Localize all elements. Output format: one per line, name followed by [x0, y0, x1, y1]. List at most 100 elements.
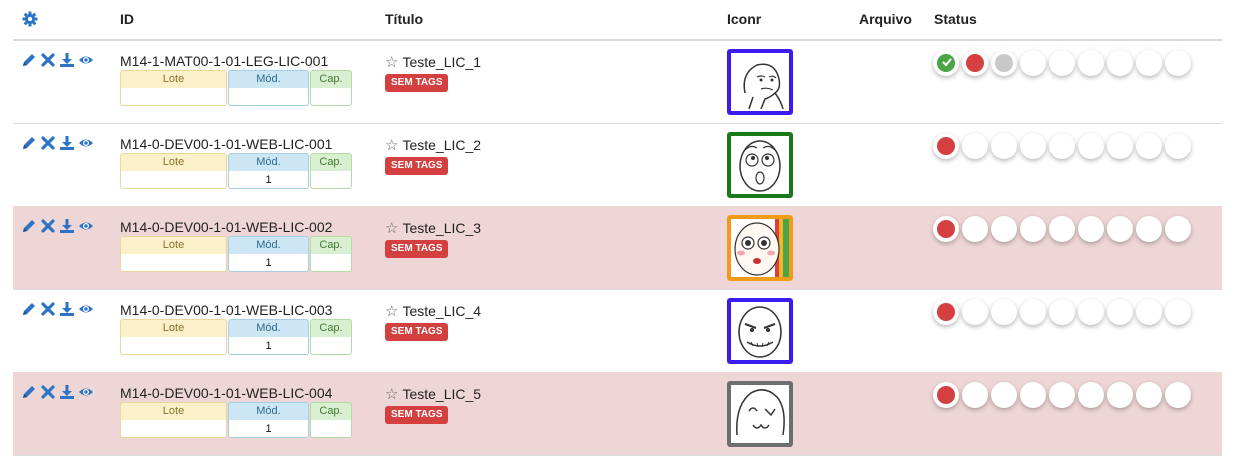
- status-dot-empty[interactable]: [1136, 299, 1162, 325]
- status-dot-empty[interactable]: [1049, 216, 1075, 242]
- status-dot-empty[interactable]: [1020, 299, 1046, 325]
- close-icon[interactable]: [40, 384, 56, 400]
- record-id[interactable]: M14-1-MAT00-1-01-LEG-LIC-001: [120, 53, 328, 69]
- pencil-icon[interactable]: [21, 52, 37, 68]
- status-dot-empty[interactable]: [1020, 50, 1046, 76]
- status-dot-done[interactable]: [933, 50, 959, 76]
- pencil-icon[interactable]: [21, 135, 37, 151]
- close-icon[interactable]: [40, 135, 56, 151]
- record-title-text[interactable]: Teste_LIC_3: [402, 220, 481, 236]
- status-dot-empty[interactable]: [1020, 382, 1046, 408]
- status-dot-empty[interactable]: [1049, 299, 1075, 325]
- status-dot-error[interactable]: [962, 50, 988, 76]
- status-dot-empty[interactable]: [991, 216, 1017, 242]
- close-icon[interactable]: [40, 301, 56, 317]
- tag-badge[interactable]: SEM TAGS: [385, 157, 449, 175]
- status-dot-empty[interactable]: [962, 299, 988, 325]
- gear-icon[interactable]: [22, 11, 38, 27]
- eye-icon[interactable]: [78, 301, 94, 317]
- status-dot-empty[interactable]: [962, 133, 988, 159]
- row-actions: [21, 135, 94, 151]
- star-icon[interactable]: ☆: [385, 137, 398, 154]
- status-dot-empty[interactable]: [1136, 216, 1162, 242]
- status-dot-empty[interactable]: [1078, 50, 1104, 76]
- column-header-arquivo[interactable]: Arquivo: [859, 11, 912, 27]
- record-title-text[interactable]: Teste_LIC_2: [402, 137, 481, 153]
- close-icon[interactable]: [40, 52, 56, 68]
- face-thumbnail[interactable]: [727, 381, 793, 447]
- eye-icon[interactable]: [78, 135, 94, 151]
- record-id[interactable]: M14-0-DEV00-1-01-WEB-LIC-002: [120, 219, 332, 235]
- status-dot-empty[interactable]: [1020, 216, 1046, 242]
- status-dot-empty[interactable]: [1165, 299, 1191, 325]
- column-header-id[interactable]: ID: [120, 11, 134, 27]
- tag-badge[interactable]: SEM TAGS: [385, 74, 449, 92]
- face-thumbnail[interactable]: [727, 298, 793, 364]
- lote-mod-cap-group: Lote Mód. 1 Cap.: [120, 319, 353, 355]
- column-header-iconr[interactable]: Iconr: [727, 11, 761, 27]
- star-icon[interactable]: ☆: [385, 220, 398, 237]
- status-dot-pending[interactable]: [991, 50, 1017, 76]
- status-dot-empty[interactable]: [1165, 216, 1191, 242]
- status-dot-empty[interactable]: [1078, 133, 1104, 159]
- status-dot-error[interactable]: [933, 133, 959, 159]
- download-icon[interactable]: [59, 135, 75, 151]
- status-dot-empty[interactable]: [962, 382, 988, 408]
- status-dot-empty[interactable]: [1136, 133, 1162, 159]
- status-dot-error[interactable]: [933, 216, 959, 242]
- download-icon[interactable]: [59, 384, 75, 400]
- status-dot-empty[interactable]: [1165, 133, 1191, 159]
- pencil-icon[interactable]: [21, 384, 37, 400]
- face-thumbnail[interactable]: [727, 49, 793, 115]
- record-title-text[interactable]: Teste_LIC_1: [402, 54, 481, 70]
- record-id[interactable]: M14-0-DEV00-1-01-WEB-LIC-004: [120, 385, 332, 401]
- status-dot-empty[interactable]: [1020, 133, 1046, 159]
- star-icon[interactable]: ☆: [385, 303, 398, 320]
- star-icon[interactable]: ☆: [385, 386, 398, 403]
- eye-icon[interactable]: [78, 52, 94, 68]
- record-id[interactable]: M14-0-DEV00-1-01-WEB-LIC-003: [120, 302, 332, 318]
- status-dot-empty[interactable]: [1107, 382, 1133, 408]
- tag-badge[interactable]: SEM TAGS: [385, 323, 449, 341]
- record-title-text[interactable]: Teste_LIC_5: [402, 386, 481, 402]
- status-dot-empty[interactable]: [1107, 216, 1133, 242]
- status-dot-empty[interactable]: [1078, 299, 1104, 325]
- status-dot-empty[interactable]: [991, 299, 1017, 325]
- column-header-status[interactable]: Status: [934, 11, 977, 27]
- star-icon[interactable]: ☆: [385, 54, 398, 71]
- download-icon[interactable]: [59, 52, 75, 68]
- face-thumbnail[interactable]: [727, 132, 793, 198]
- record-id[interactable]: M14-0-DEV00-1-01-WEB-LIC-001: [120, 136, 332, 152]
- record-title: ☆ Teste_LIC_4: [385, 302, 481, 320]
- eye-icon[interactable]: [78, 218, 94, 234]
- column-header-titulo[interactable]: Título: [385, 11, 423, 27]
- status-dot-empty[interactable]: [1078, 382, 1104, 408]
- pencil-icon[interactable]: [21, 218, 37, 234]
- cap-label: Cap.: [310, 402, 352, 420]
- record-title-text[interactable]: Teste_LIC_4: [402, 303, 481, 319]
- status-dot-empty[interactable]: [1136, 50, 1162, 76]
- status-dot-empty[interactable]: [1049, 50, 1075, 76]
- status-dot-error[interactable]: [933, 299, 959, 325]
- close-icon[interactable]: [40, 218, 56, 234]
- status-dot-empty[interactable]: [1136, 382, 1162, 408]
- status-dot-empty[interactable]: [1107, 50, 1133, 76]
- tag-badge[interactable]: SEM TAGS: [385, 406, 449, 424]
- eye-icon[interactable]: [78, 384, 94, 400]
- tag-badge[interactable]: SEM TAGS: [385, 240, 449, 258]
- status-dot-empty[interactable]: [991, 382, 1017, 408]
- download-icon[interactable]: [59, 218, 75, 234]
- pencil-icon[interactable]: [21, 301, 37, 317]
- status-dot-empty[interactable]: [1165, 382, 1191, 408]
- download-icon[interactable]: [59, 301, 75, 317]
- status-dot-empty[interactable]: [962, 216, 988, 242]
- status-dot-empty[interactable]: [1107, 133, 1133, 159]
- status-dot-empty[interactable]: [1049, 382, 1075, 408]
- status-dot-empty[interactable]: [1049, 133, 1075, 159]
- status-dot-empty[interactable]: [1165, 50, 1191, 76]
- face-thumbnail[interactable]: [727, 215, 793, 281]
- status-dot-empty[interactable]: [1107, 299, 1133, 325]
- status-dot-empty[interactable]: [991, 133, 1017, 159]
- status-dot-error[interactable]: [933, 382, 959, 408]
- status-dot-empty[interactable]: [1078, 216, 1104, 242]
